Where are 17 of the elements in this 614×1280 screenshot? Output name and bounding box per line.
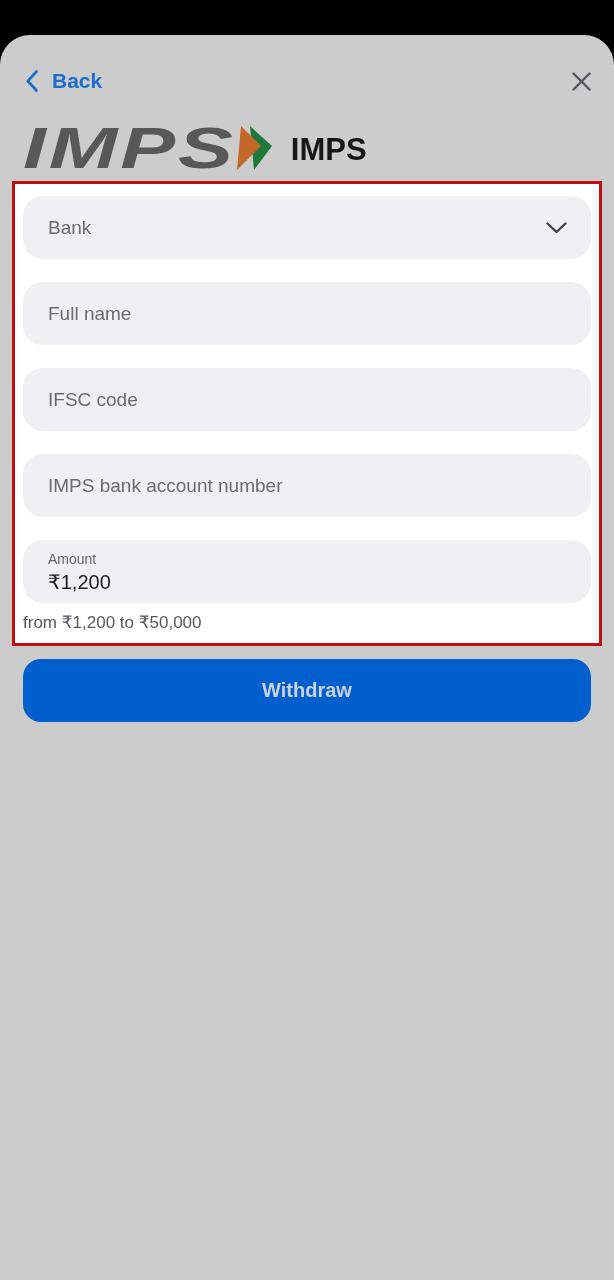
amount-range-hint: from ₹1,200 to ₹50,000 — [23, 612, 202, 633]
amount-label: Amount — [48, 551, 97, 568]
triangle-arrows-icon — [236, 126, 272, 170]
full-name-field[interactable]: Full name — [23, 282, 591, 345]
method-title: IMPS — [290, 132, 367, 168]
chevron-down-icon — [546, 221, 567, 234]
logo-wordmark: IMPS — [23, 126, 236, 170]
close-icon — [571, 71, 591, 91]
amount-field[interactable]: Amount ₹1,200 — [23, 540, 591, 603]
amount-input[interactable]: ₹1,200 — [48, 570, 114, 594]
withdraw-button[interactable]: Withdraw — [23, 659, 591, 722]
back-link[interactable]: Back — [23, 69, 103, 93]
ifsc-code-field[interactable]: IFSC code — [23, 368, 591, 431]
bank-select[interactable]: Bank — [23, 196, 591, 259]
close-button[interactable] — [570, 70, 592, 92]
account-number-field[interactable]: IMPS bank account number — [23, 454, 591, 517]
chevron-left-icon — [26, 70, 38, 92]
